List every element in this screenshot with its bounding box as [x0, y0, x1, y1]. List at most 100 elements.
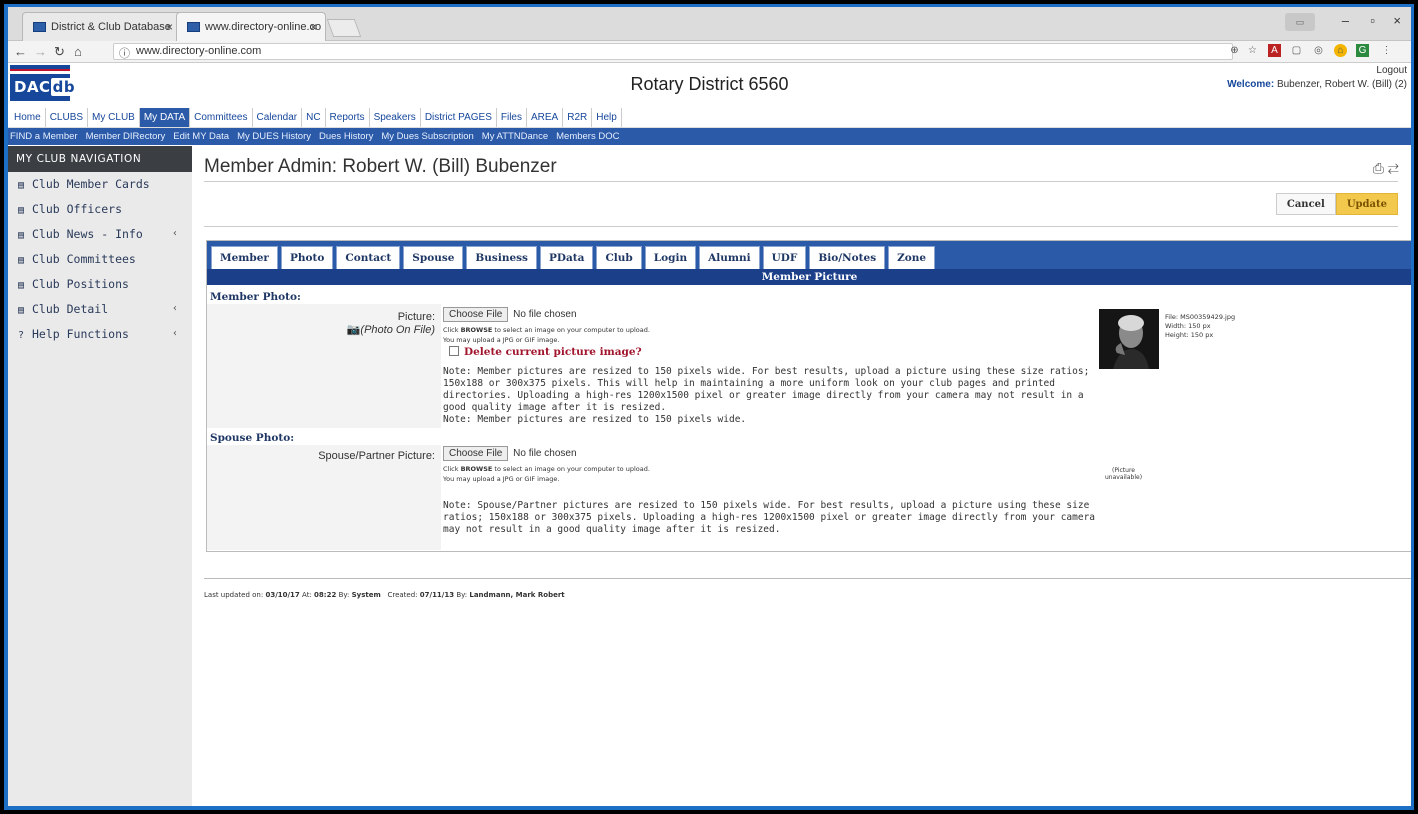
- home-icon[interactable]: ⌂: [74, 44, 82, 59]
- url-field[interactable]: ⓘ www.directory-online.com: [113, 43, 1233, 60]
- browser-tab-district-db[interactable]: District & Club Database ×: [22, 12, 182, 41]
- main-menu-committees[interactable]: Committees: [190, 108, 253, 127]
- tab-bio-notes[interactable]: Bio/Notes: [809, 246, 886, 269]
- tab-contact[interactable]: Contact: [336, 246, 401, 269]
- update-button[interactable]: Update: [1335, 193, 1398, 215]
- browser-tab-directory-online[interactable]: www.directory-online.co ×: [176, 12, 326, 41]
- main-menu-reports[interactable]: Reports: [326, 108, 370, 127]
- main-menu-nc[interactable]: NC: [302, 108, 326, 127]
- tab-udf[interactable]: UDF: [762, 246, 807, 269]
- divider: [204, 226, 1398, 227]
- no-file-text: No file chosen: [513, 448, 577, 459]
- camera-icon: 📷: [346, 324, 361, 336]
- pdf-extension-icon[interactable]: A: [1268, 44, 1281, 57]
- welcome-user: Bubenzer, Robert W. (Bill) (2): [1276, 79, 1407, 90]
- sidebar-item-club-detail[interactable]: ▤ Club Detail ‹: [8, 297, 192, 322]
- tab-business[interactable]: Business: [466, 246, 537, 269]
- close-tab-icon[interactable]: ×: [310, 20, 317, 34]
- main-menu-my-data[interactable]: My DATA: [139, 108, 191, 127]
- minimize-icon[interactable]: –: [1342, 13, 1349, 28]
- main-menu-calendar[interactable]: Calendar: [253, 108, 303, 127]
- member-photo-note: Note: Member pictures are resized to 150…: [443, 366, 1090, 413]
- browser-tab-title: District & Club Database: [51, 21, 171, 33]
- forward-icon[interactable]: →: [34, 44, 47, 59]
- reload-icon[interactable]: ↻: [54, 44, 65, 60]
- sidebar-item-club-committees[interactable]: ▤ Club Committees: [8, 247, 192, 272]
- tab-spouse[interactable]: Spouse: [403, 246, 464, 269]
- profile-button[interactable]: ▭: [1285, 13, 1315, 31]
- bookmark-star-icon[interactable]: ☆: [1246, 44, 1259, 57]
- sub-menu-members-doc[interactable]: Members DOC: [556, 131, 619, 142]
- tab-alumni[interactable]: Alumni: [699, 246, 760, 269]
- main-menu-help[interactable]: Help: [592, 108, 622, 127]
- site-favicon-icon: [33, 22, 46, 32]
- back-icon[interactable]: ←: [14, 44, 27, 59]
- welcome-text: Welcome: Bubenzer, Robert W. (Bill) (2): [1227, 79, 1407, 90]
- file-height: Height: 150 px: [1165, 331, 1214, 339]
- sidebar-item-help-functions[interactable]: ? Help Functions ‹: [8, 322, 192, 347]
- updated-by: System: [351, 591, 381, 599]
- updated-date: 03/10/17: [265, 591, 300, 599]
- sub-menu-edit-my-data[interactable]: Edit MY Data: [173, 131, 229, 142]
- zoom-icon[interactable]: ⊕: [1228, 44, 1241, 57]
- delete-picture-checkbox[interactable]: [449, 346, 459, 356]
- tab-club[interactable]: Club: [596, 246, 642, 269]
- main-menu: Home CLUBS My CLUB My DATA Committees Calenda…: [8, 108, 1411, 128]
- cancel-button[interactable]: Cancel: [1275, 193, 1336, 215]
- main-menu-speakers[interactable]: Speakers: [370, 108, 421, 127]
- browser-tab-title: www.directory-online.co: [205, 21, 322, 33]
- sidebar-item-club-news-info[interactable]: ▤ Club News - Info ‹: [8, 222, 192, 247]
- chevron-left-icon[interactable]: ‹: [172, 328, 178, 339]
- tab-zone[interactable]: Zone: [888, 246, 936, 269]
- sub-menu-my-dues-subscription[interactable]: My Dues Subscription: [381, 131, 473, 142]
- photo-on-file-label: 📷(Photo On File): [346, 324, 435, 336]
- sub-menu-find-a-member[interactable]: FIND a Member: [10, 131, 78, 142]
- picture-label: Picture:: [397, 311, 435, 323]
- sidebar-list: ▤ Club Member Cards ▤ Club Officers ▤ Club Ne…: [8, 172, 192, 347]
- tab-pdata[interactable]: PData: [539, 246, 594, 269]
- extension-icon[interactable]: ⌂: [1334, 44, 1347, 57]
- sidebar-item-label: Club Committees: [32, 252, 136, 266]
- main-menu-r2r[interactable]: R2R: [563, 108, 593, 127]
- logout-link[interactable]: Logout: [1376, 65, 1407, 76]
- main-menu-area[interactable]: AREA: [527, 108, 564, 127]
- printer-icon[interactable]: ⎙: [1373, 160, 1384, 176]
- tab-photo[interactable]: Photo: [280, 246, 334, 269]
- close-tab-icon[interactable]: ×: [166, 20, 173, 34]
- main-menu-my-club[interactable]: My CLUB: [88, 108, 140, 127]
- sub-menu-my-attndance[interactable]: My ATTNDance: [482, 131, 548, 142]
- choose-file-button[interactable]: Choose File: [443, 307, 509, 322]
- sidebar-item-label: Help Functions: [32, 327, 129, 341]
- tab-login[interactable]: Login: [644, 246, 697, 269]
- export-icon[interactable]: ⇄: [1388, 160, 1399, 176]
- chevron-left-icon[interactable]: ‹: [172, 228, 178, 239]
- main-menu-clubs[interactable]: CLUBS: [46, 108, 89, 127]
- menu-kebab-icon[interactable]: ⋮: [1380, 44, 1393, 57]
- sidebar-title: MY CLUB NAVIGATION: [8, 146, 192, 172]
- chevron-left-icon[interactable]: ‹: [172, 303, 178, 314]
- extension-icon[interactable]: G: [1356, 44, 1369, 57]
- main-menu-files[interactable]: Files: [497, 108, 527, 127]
- sidebar-item-club-member-cards[interactable]: ▤ Club Member Cards: [8, 172, 192, 197]
- sub-menu-member-directory[interactable]: Member DIRectory: [86, 131, 166, 142]
- no-file-text: No file chosen: [513, 309, 577, 320]
- desktop-frame: District & Club Database × www.directory…: [4, 4, 1414, 810]
- maximize-icon[interactable]: ▫: [1370, 13, 1375, 28]
- new-tab-button[interactable]: [326, 19, 362, 37]
- main-menu-home[interactable]: Home: [10, 108, 46, 127]
- extension-icon[interactable]: ▢: [1290, 44, 1303, 57]
- sub-menu-dues-history[interactable]: Dues History: [319, 131, 373, 142]
- tab-member[interactable]: Member: [211, 246, 278, 269]
- delete-picture-option[interactable]: Delete current picture image?: [449, 346, 1103, 358]
- main-menu-district-pages[interactable]: District PAGES: [421, 108, 497, 127]
- sub-menu-my-dues-history[interactable]: My DUES History: [237, 131, 311, 142]
- sidebar: MY CLUB NAVIGATION ▤ Club Member Cards ▤ Cl…: [8, 146, 192, 806]
- member-photo-thumbnail: [1099, 309, 1159, 369]
- extension-icon[interactable]: ◎: [1312, 44, 1325, 57]
- choose-file-button[interactable]: Choose File: [443, 446, 509, 461]
- sidebar-item-club-officers[interactable]: ▤ Club Officers: [8, 197, 192, 222]
- close-window-icon[interactable]: ×: [1393, 13, 1401, 28]
- info-icon[interactable]: ⓘ: [119, 45, 130, 61]
- member-photo-note-short: Note: Member pictures are resized to 150…: [443, 414, 747, 425]
- sidebar-item-club-positions[interactable]: ▤ Club Positions: [8, 272, 192, 297]
